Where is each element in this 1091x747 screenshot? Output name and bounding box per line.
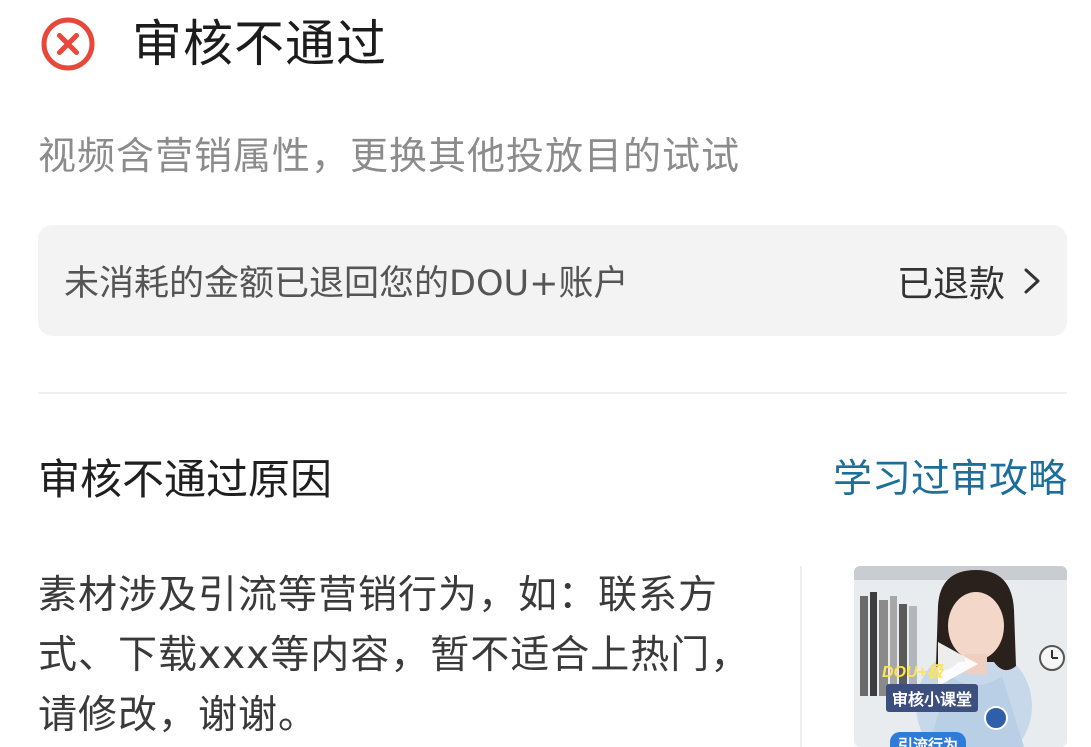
refund-banner[interactable]: 未消耗的金额已退回您的DOU+账户 已退款 [38, 225, 1067, 336]
review-status-title: 审核不通过 [132, 15, 387, 73]
refund-message: 未消耗的金额已退回您的DOU+账户 [64, 264, 629, 304]
thumbnail-sub-label: 引流行为 [890, 732, 967, 747]
review-guide-link[interactable]: 学习过审攻略 [833, 452, 1067, 508]
review-status-header: 审核不通过 [38, 14, 387, 74]
review-status-subtitle: 视频含营销属性，更换其他投放目的试试 [38, 134, 741, 178]
refund-status-label: 已退款 [896, 263, 1005, 305]
reason-header: 审核不通过原因 学习过审攻略 [38, 452, 1067, 508]
reason-description: 素材涉及引流等营销行为，如：联系方式、下载xxx等内容，暂不适合上热门，请修改，… [38, 573, 751, 738]
refund-status-link[interactable]: 已退款 [897, 255, 1043, 307]
chevron-right-icon [1024, 268, 1040, 293]
vertical-divider [800, 566, 802, 747]
close-circle-icon [41, 17, 95, 71]
thumbnail-main-label: 审核小课堂 [886, 684, 979, 712]
video-thumbnail-image [854, 566, 1067, 747]
reason-title: 审核不通过原因 [38, 455, 333, 504]
section-divider [38, 392, 1067, 394]
tutorial-video-thumbnail[interactable]: DOU+极 审核小课堂 引流行为 [854, 566, 1067, 747]
thumbnail-brand-label: DOU+极 [882, 664, 943, 681]
